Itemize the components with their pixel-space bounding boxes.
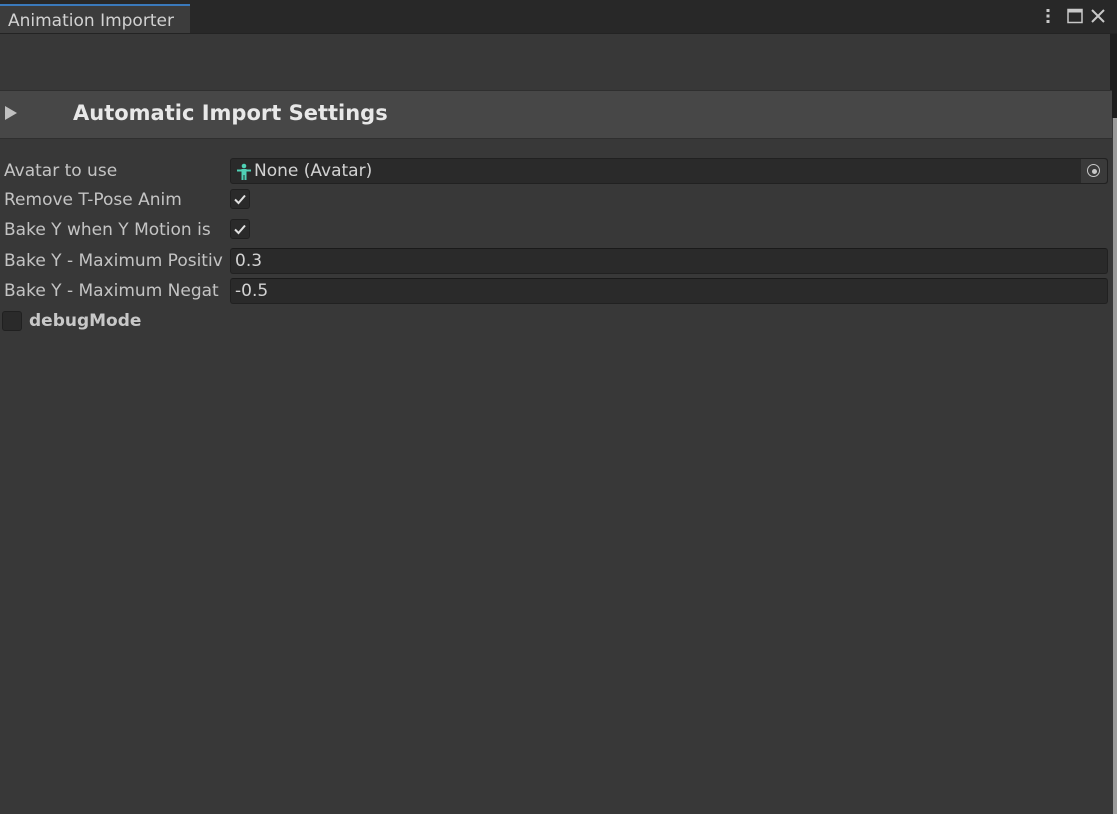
bake-y-motion-label: Bake Y when Y Motion is bbox=[4, 220, 211, 240]
avatar-value: None (Avatar) bbox=[254, 161, 373, 181]
bake-y-motion-row: Bake Y when Y Motion is bbox=[0, 217, 1112, 243]
section-title: Automatic Import Settings bbox=[73, 101, 388, 125]
more-options-button[interactable] bbox=[1040, 8, 1056, 24]
bake-y-max-positive-row: Bake Y - Maximum Positiv 0.3 bbox=[0, 248, 1112, 274]
remove-tpose-label: Remove T-Pose Anim bbox=[4, 190, 182, 210]
object-picker-dot bbox=[1091, 168, 1097, 174]
avatar-label: Avatar to use bbox=[4, 161, 118, 181]
remove-tpose-checkbox[interactable] bbox=[230, 189, 250, 209]
avatar-row: Avatar to use None (Avatar) bbox=[0, 158, 1112, 184]
bake-y-max-positive-label: Bake Y - Maximum Positiv bbox=[4, 251, 223, 271]
window-titlebar: Animation Importer bbox=[0, 0, 1117, 34]
bake-y-max-negative-row: Bake Y - Maximum Negat -0.5 bbox=[0, 278, 1112, 304]
close-button[interactable] bbox=[1090, 8, 1106, 24]
debug-mode-row: debugMode bbox=[0, 309, 1112, 335]
avatar-icon bbox=[237, 163, 251, 180]
avatar-object-field[interactable]: None (Avatar) bbox=[230, 158, 1108, 184]
tab-animation-importer[interactable]: Animation Importer bbox=[0, 4, 190, 33]
remove-tpose-row: Remove T-Pose Anim bbox=[0, 187, 1112, 213]
bake-y-motion-checkbox[interactable] bbox=[230, 219, 250, 239]
bake-y-max-negative-input[interactable]: -0.5 bbox=[230, 278, 1108, 304]
checkmark-icon bbox=[234, 194, 246, 205]
scrollbar[interactable] bbox=[1113, 118, 1117, 814]
bake-y-max-positive-value: 0.3 bbox=[235, 251, 263, 271]
bake-y-max-positive-input[interactable]: 0.3 bbox=[230, 248, 1108, 274]
kebab-menu-icon bbox=[1046, 9, 1050, 23]
debug-mode-checkbox[interactable] bbox=[2, 311, 22, 331]
tab-title: Animation Importer bbox=[8, 11, 174, 31]
bake-y-max-negative-value: -0.5 bbox=[235, 281, 269, 301]
section-header[interactable]: Automatic Import Settings bbox=[0, 90, 1112, 139]
maximize-button[interactable] bbox=[1067, 8, 1083, 24]
checkmark-icon bbox=[234, 224, 246, 235]
debug-mode-label: debugMode bbox=[29, 311, 142, 331]
foldout-arrow-icon[interactable] bbox=[5, 106, 17, 120]
close-icon bbox=[1091, 9, 1105, 23]
object-picker-button[interactable] bbox=[1081, 159, 1107, 183]
maximize-icon bbox=[1067, 8, 1083, 24]
bake-y-max-negative-label: Bake Y - Maximum Negat bbox=[4, 281, 219, 301]
